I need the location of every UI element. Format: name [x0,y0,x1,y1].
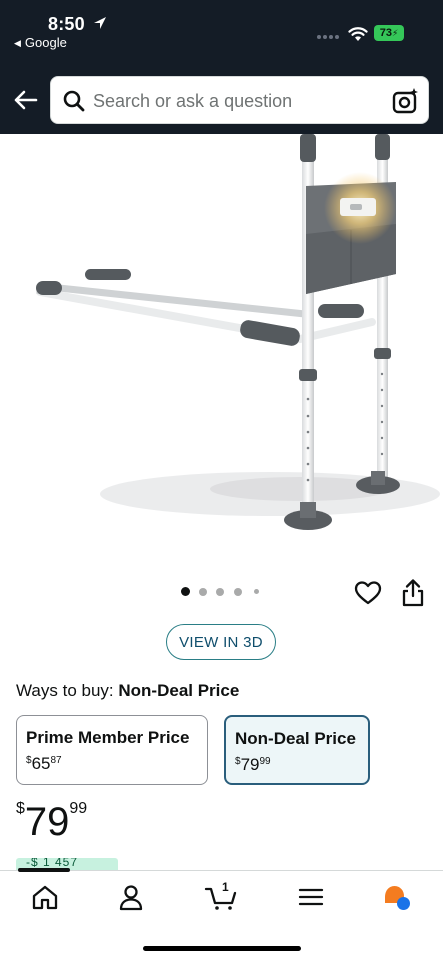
carousel-dot[interactable] [181,587,190,596]
status-time: 8:50 [48,14,85,34]
cart-count: 1 [222,880,229,894]
home-icon[interactable] [30,883,60,911]
price-fraction: 99 [69,800,88,817]
back-app-label: Google [24,35,67,50]
search-bar[interactable] [50,76,429,124]
back-to-app-link[interactable]: ◀ Google [14,35,67,50]
cart-icon[interactable] [204,883,238,911]
back-triangle-icon: ◀ [14,38,21,48]
location-arrow-icon [94,17,106,29]
price-currency: $ [16,800,25,817]
ways-to-buy-selected: Non-Deal Price [118,681,240,700]
option-title: Non-Deal Price [235,729,356,748]
search-input[interactable] [93,86,383,116]
option-title: Prime Member Price [26,728,190,747]
app-header: 8:50 ◀ Google 73⚡ [0,0,443,134]
back-arrow-icon[interactable] [12,88,38,112]
signal-dots-icon [317,35,339,39]
view-in-3d-button[interactable]: VIEW IN 3D [166,624,276,660]
product-image[interactable] [0,134,443,574]
carousel-dot[interactable] [234,588,242,596]
active-tab-indicator [18,868,70,872]
ways-to-buy-label: Ways to buy: [16,681,114,700]
account-icon[interactable] [116,883,146,911]
menu-icon[interactable] [296,883,326,911]
charging-bolt-icon: ⚡ [391,28,399,38]
battery-indicator: 73⚡ [374,25,404,41]
battery-level: 73 [379,27,392,39]
ways-to-buy: Ways to buy: Non-Deal Price [16,681,239,701]
carousel-dot[interactable] [216,588,224,596]
option-price: $7999 [235,755,271,774]
product-price: $7999 [16,800,87,845]
wifi-icon [348,27,368,41]
option-price: $6587 [26,754,62,773]
share-icon[interactable] [400,578,426,608]
price-whole: 79 [24,800,70,844]
non-deal-price-option[interactable]: Non-Deal Price $7999 [224,715,370,785]
carousel-dot[interactable] [254,589,259,594]
search-icon [63,90,85,112]
image-carousel-dots[interactable] [178,585,268,599]
home-indicator-bar [143,946,301,951]
rufus-assistant-icon[interactable] [382,883,412,911]
camera-lens-icon[interactable] [391,87,419,115]
prime-member-price-option[interactable]: Prime Member Price $6587 [16,715,208,785]
heart-icon[interactable] [354,580,382,606]
carousel-dot[interactable] [199,588,207,596]
